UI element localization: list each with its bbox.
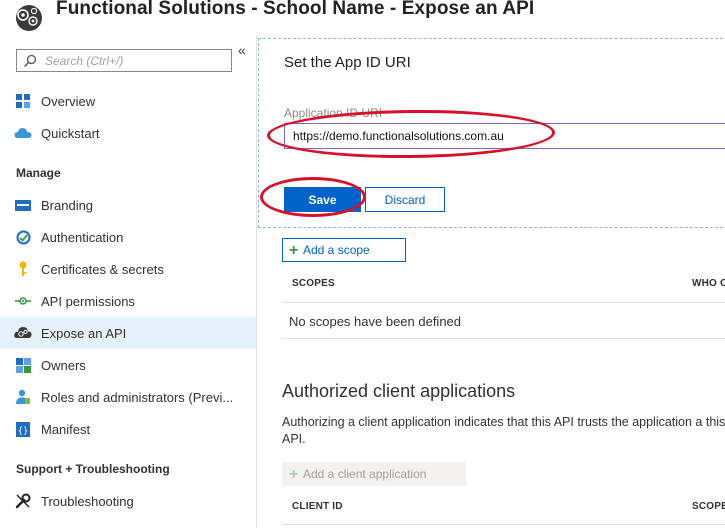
sidebar-item-troubleshooting[interactable]: Troubleshooting: [0, 485, 256, 517]
divider: [282, 338, 725, 339]
add-client-application-button[interactable]: + Add a client application: [282, 462, 466, 486]
api-permissions-icon: [14, 292, 32, 310]
sidebar-item-label: Quickstart: [41, 125, 100, 141]
sidebar-item-api-permissions[interactable]: API permissions: [0, 285, 256, 317]
main-content: Set the App ID URI Application ID URI Sa…: [258, 36, 725, 528]
add-client-application-label: Add a client application: [303, 467, 427, 481]
application-id-uri-label: Application ID URI: [284, 106, 383, 120]
wrench-icon: [14, 492, 32, 510]
sidebar-item-roles-administrators[interactable]: Roles and administrators (Previ...: [0, 381, 256, 413]
sidebar-item-label: Roles and administrators (Previ...: [41, 389, 234, 405]
branding-icon: [14, 196, 32, 214]
discard-button[interactable]: Discard: [365, 187, 445, 212]
roles-icon: [14, 388, 32, 406]
plus-icon: +: [289, 466, 299, 483]
sidebar-item-owners[interactable]: Owners: [0, 349, 256, 381]
sidebar-item-branding[interactable]: Branding: [0, 189, 256, 221]
sidebar-item-manifest[interactable]: {} Manifest: [0, 413, 256, 445]
owners-icon: [14, 356, 32, 374]
column-header-client-id: CLIENT ID: [292, 501, 343, 512]
panel-title: Set the App ID URI: [284, 54, 411, 71]
authorized-clients-title: Authorized client applications: [282, 381, 516, 401]
plus-icon: +: [289, 242, 299, 259]
add-scope-label: Add a scope: [303, 243, 370, 257]
sidebar-item-label: Branding: [41, 197, 94, 213]
sidebar-item-certificates-secrets[interactable]: Certificates & secrets: [0, 253, 256, 285]
sidebar-item-label: Expose an API: [41, 325, 127, 341]
svg-text:{}: {}: [18, 426, 29, 436]
sidebar-item-label: Owners: [41, 357, 86, 373]
search-box[interactable]: [16, 49, 232, 72]
collapse-sidebar-button[interactable]: «: [238, 42, 246, 58]
sidebar-item-label: Manifest: [41, 421, 91, 437]
search-icon: [23, 54, 37, 67]
title-bar: Functional Solutions - School Name - Exp…: [0, 0, 725, 36]
quickstart-cloud-icon: [14, 124, 32, 142]
sidebar-item-label: Authentication: [41, 229, 124, 245]
page-title: Functional Solutions - School Name - Exp…: [56, 0, 535, 19]
sidebar-item-label: Certificates & secrets: [41, 261, 164, 277]
divider: [282, 302, 725, 303]
authentication-icon: [14, 228, 32, 246]
support-section-heading: Support + Troubleshooting: [16, 462, 170, 476]
add-scope-button[interactable]: + Add a scope: [282, 238, 406, 262]
manage-section-heading: Manage: [16, 166, 61, 180]
sidebar-item-overview[interactable]: Overview: [0, 85, 256, 117]
authorized-clients-description: Authorizing a client application indicat…: [282, 415, 725, 446]
overview-icon: [14, 92, 32, 110]
sidebar-item-quickstart[interactable]: Quickstart: [0, 117, 256, 149]
save-button[interactable]: Save: [284, 187, 361, 212]
sidebar-item-label: API permissions: [41, 293, 135, 309]
key-icon: [14, 260, 32, 278]
sidebar-item-authentication[interactable]: Authentication: [0, 221, 256, 253]
expose-api-cloud-icon: [14, 324, 32, 342]
app-gear-cloud-icon: [16, 5, 42, 31]
divider: [282, 524, 725, 525]
sidebar-item-label: Overview: [41, 93, 96, 109]
column-header-who-can-consent: WHO C: [692, 278, 725, 289]
search-input[interactable]: [45, 53, 225, 68]
column-header-scopes: SCOPES: [292, 278, 335, 289]
sidebar-item-label: Troubleshooting: [41, 493, 134, 509]
set-app-id-uri-panel: Set the App ID URI Application ID URI Sa…: [258, 38, 725, 228]
scopes-empty-message: No scopes have been defined: [289, 314, 462, 329]
manifest-icon: {}: [14, 420, 32, 438]
sidebar-item-expose-an-api[interactable]: Expose an API: [0, 317, 256, 349]
sidebar: « Overview Quickstart Manage: [0, 36, 257, 528]
application-id-uri-input[interactable]: [284, 123, 725, 149]
column-header-client-scopes: SCOPES: [692, 501, 725, 512]
